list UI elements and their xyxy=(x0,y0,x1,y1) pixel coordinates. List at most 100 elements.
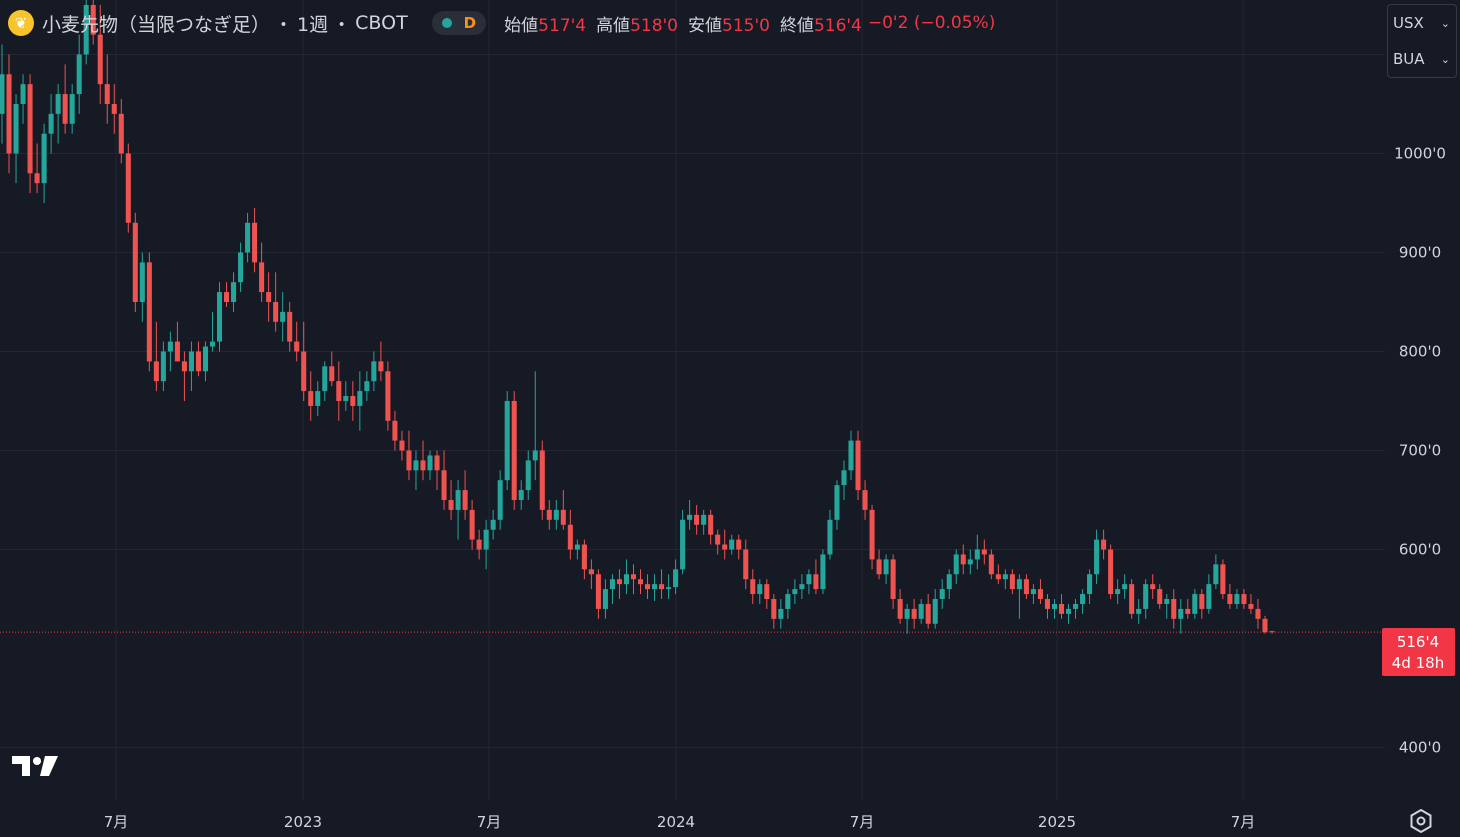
candle-body xyxy=(34,173,40,184)
candle-body xyxy=(778,608,784,619)
tradingview-logo[interactable] xyxy=(12,752,60,780)
candle xyxy=(967,549,973,575)
candle xyxy=(1051,599,1058,619)
candle-body xyxy=(995,574,1001,580)
candle-body xyxy=(245,222,251,253)
candle xyxy=(630,564,637,595)
candle xyxy=(673,559,679,595)
candle-body xyxy=(637,579,644,585)
candle xyxy=(813,559,819,595)
candle-body xyxy=(883,559,889,575)
candle-body xyxy=(925,603,931,624)
settings-gear-icon[interactable] xyxy=(1408,808,1434,834)
candle-body xyxy=(1234,594,1240,604)
candle-body xyxy=(532,450,538,461)
interval-label[interactable]: 1週 xyxy=(297,10,328,37)
candle-body xyxy=(953,554,959,575)
candle xyxy=(1101,529,1107,560)
candle xyxy=(820,549,826,595)
candle-body xyxy=(1030,589,1036,595)
candle-body xyxy=(876,559,882,575)
candle-body xyxy=(497,480,503,520)
wheat-icon[interactable]: ❦ xyxy=(8,10,34,36)
candle xyxy=(855,430,861,500)
candle-body xyxy=(167,341,173,352)
candle-body xyxy=(357,391,363,406)
candle-body xyxy=(1143,584,1149,609)
candle-body xyxy=(848,440,854,471)
candle-body xyxy=(834,485,840,520)
candle xyxy=(694,504,700,535)
candle-body xyxy=(1087,574,1093,595)
time-tick-label: 7月 xyxy=(1231,813,1256,831)
candle xyxy=(455,480,461,540)
candle xyxy=(588,559,594,590)
chart-grid xyxy=(0,0,1385,800)
candle-body xyxy=(146,262,152,362)
candle xyxy=(1220,559,1226,600)
candle xyxy=(1016,574,1022,619)
candle-body xyxy=(55,94,61,114)
candle xyxy=(357,371,363,431)
candle xyxy=(259,242,265,302)
candle-body xyxy=(743,549,749,580)
market-status[interactable]: D xyxy=(431,11,487,35)
candle xyxy=(350,381,356,421)
candle-body xyxy=(918,603,924,619)
currency-dropdown[interactable]: USX ⌄ xyxy=(1388,5,1456,41)
candle-body xyxy=(1122,584,1128,590)
candle xyxy=(1199,589,1205,619)
candle-body xyxy=(41,133,47,184)
candle-body xyxy=(1164,599,1170,604)
price-chart[interactable]: 400'0600'0700'0800'0900'01000'01100'0 7月… xyxy=(0,0,1460,837)
candle xyxy=(1080,589,1086,614)
candle xyxy=(1023,574,1029,600)
unit-selector[interactable]: USX ⌄ BUA ⌄ xyxy=(1387,4,1457,78)
candle-body xyxy=(266,292,272,302)
candle xyxy=(546,500,552,530)
candle-body xyxy=(1157,589,1163,604)
candle xyxy=(953,549,959,585)
high-label: 高値 xyxy=(596,15,631,36)
candle-body xyxy=(981,549,987,555)
time-axis[interactable]: 7月 2023 7月 2024 7月 2025 7月 xyxy=(104,813,1256,831)
candle xyxy=(701,509,707,535)
candle xyxy=(932,589,938,629)
candle-body xyxy=(694,514,700,525)
candle-body xyxy=(546,509,552,520)
data-status-letter: D xyxy=(463,14,477,32)
candle xyxy=(406,430,412,481)
unit-dropdown[interactable]: BUA ⌄ xyxy=(1388,41,1456,77)
candle-body xyxy=(69,94,75,124)
candle-body xyxy=(216,292,223,342)
candle xyxy=(273,272,279,332)
candle xyxy=(231,272,237,312)
candle xyxy=(55,84,61,144)
candle xyxy=(1185,599,1191,619)
candle xyxy=(715,529,721,555)
candle-body xyxy=(27,84,33,174)
symbol-title[interactable]: 小麦先物（当限つなぎ足） xyxy=(42,10,270,37)
candle xyxy=(1192,589,1198,619)
candle xyxy=(448,480,454,520)
candle xyxy=(1262,615,1268,634)
candle xyxy=(792,579,798,604)
candle xyxy=(974,534,980,570)
candle xyxy=(153,321,159,392)
candle xyxy=(883,554,889,585)
candle xyxy=(245,212,251,263)
candle-body xyxy=(48,113,54,134)
candle-body xyxy=(567,524,573,550)
candle xyxy=(1143,579,1149,619)
candle-body xyxy=(427,455,433,471)
candle xyxy=(1255,599,1261,629)
separator: ・ xyxy=(332,13,352,36)
candle-body xyxy=(687,514,693,520)
candle xyxy=(722,529,728,560)
candle-body xyxy=(827,519,833,555)
candle-body xyxy=(259,262,265,293)
candle xyxy=(869,504,875,570)
candle xyxy=(1030,584,1036,604)
candle xyxy=(841,460,847,500)
candle-body xyxy=(799,584,805,590)
